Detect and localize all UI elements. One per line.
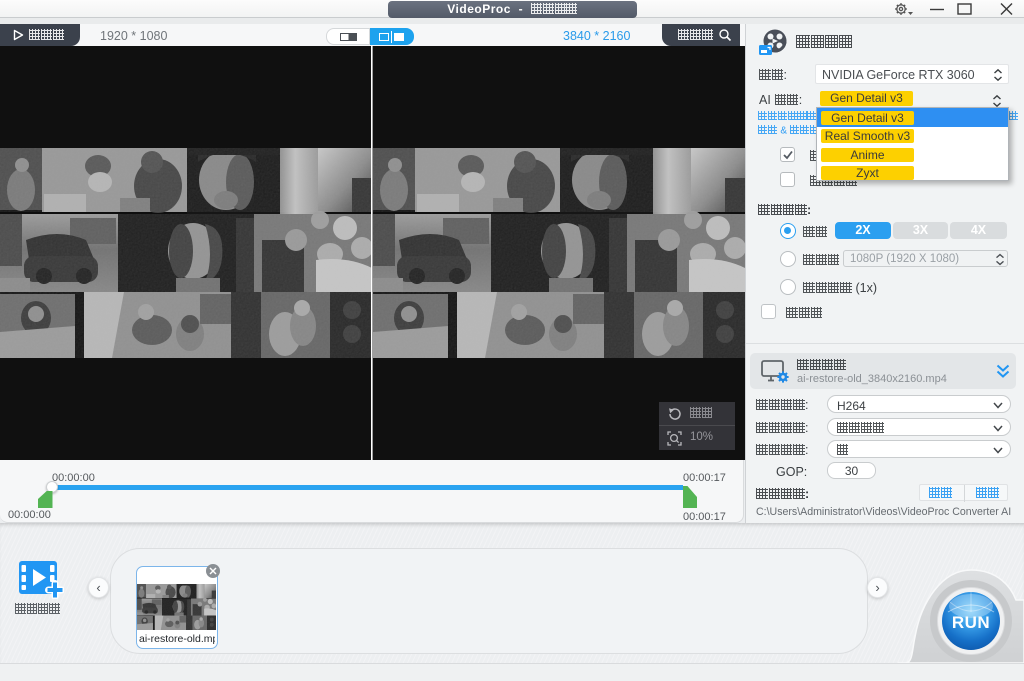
svg-text:RUN: RUN bbox=[952, 613, 990, 632]
